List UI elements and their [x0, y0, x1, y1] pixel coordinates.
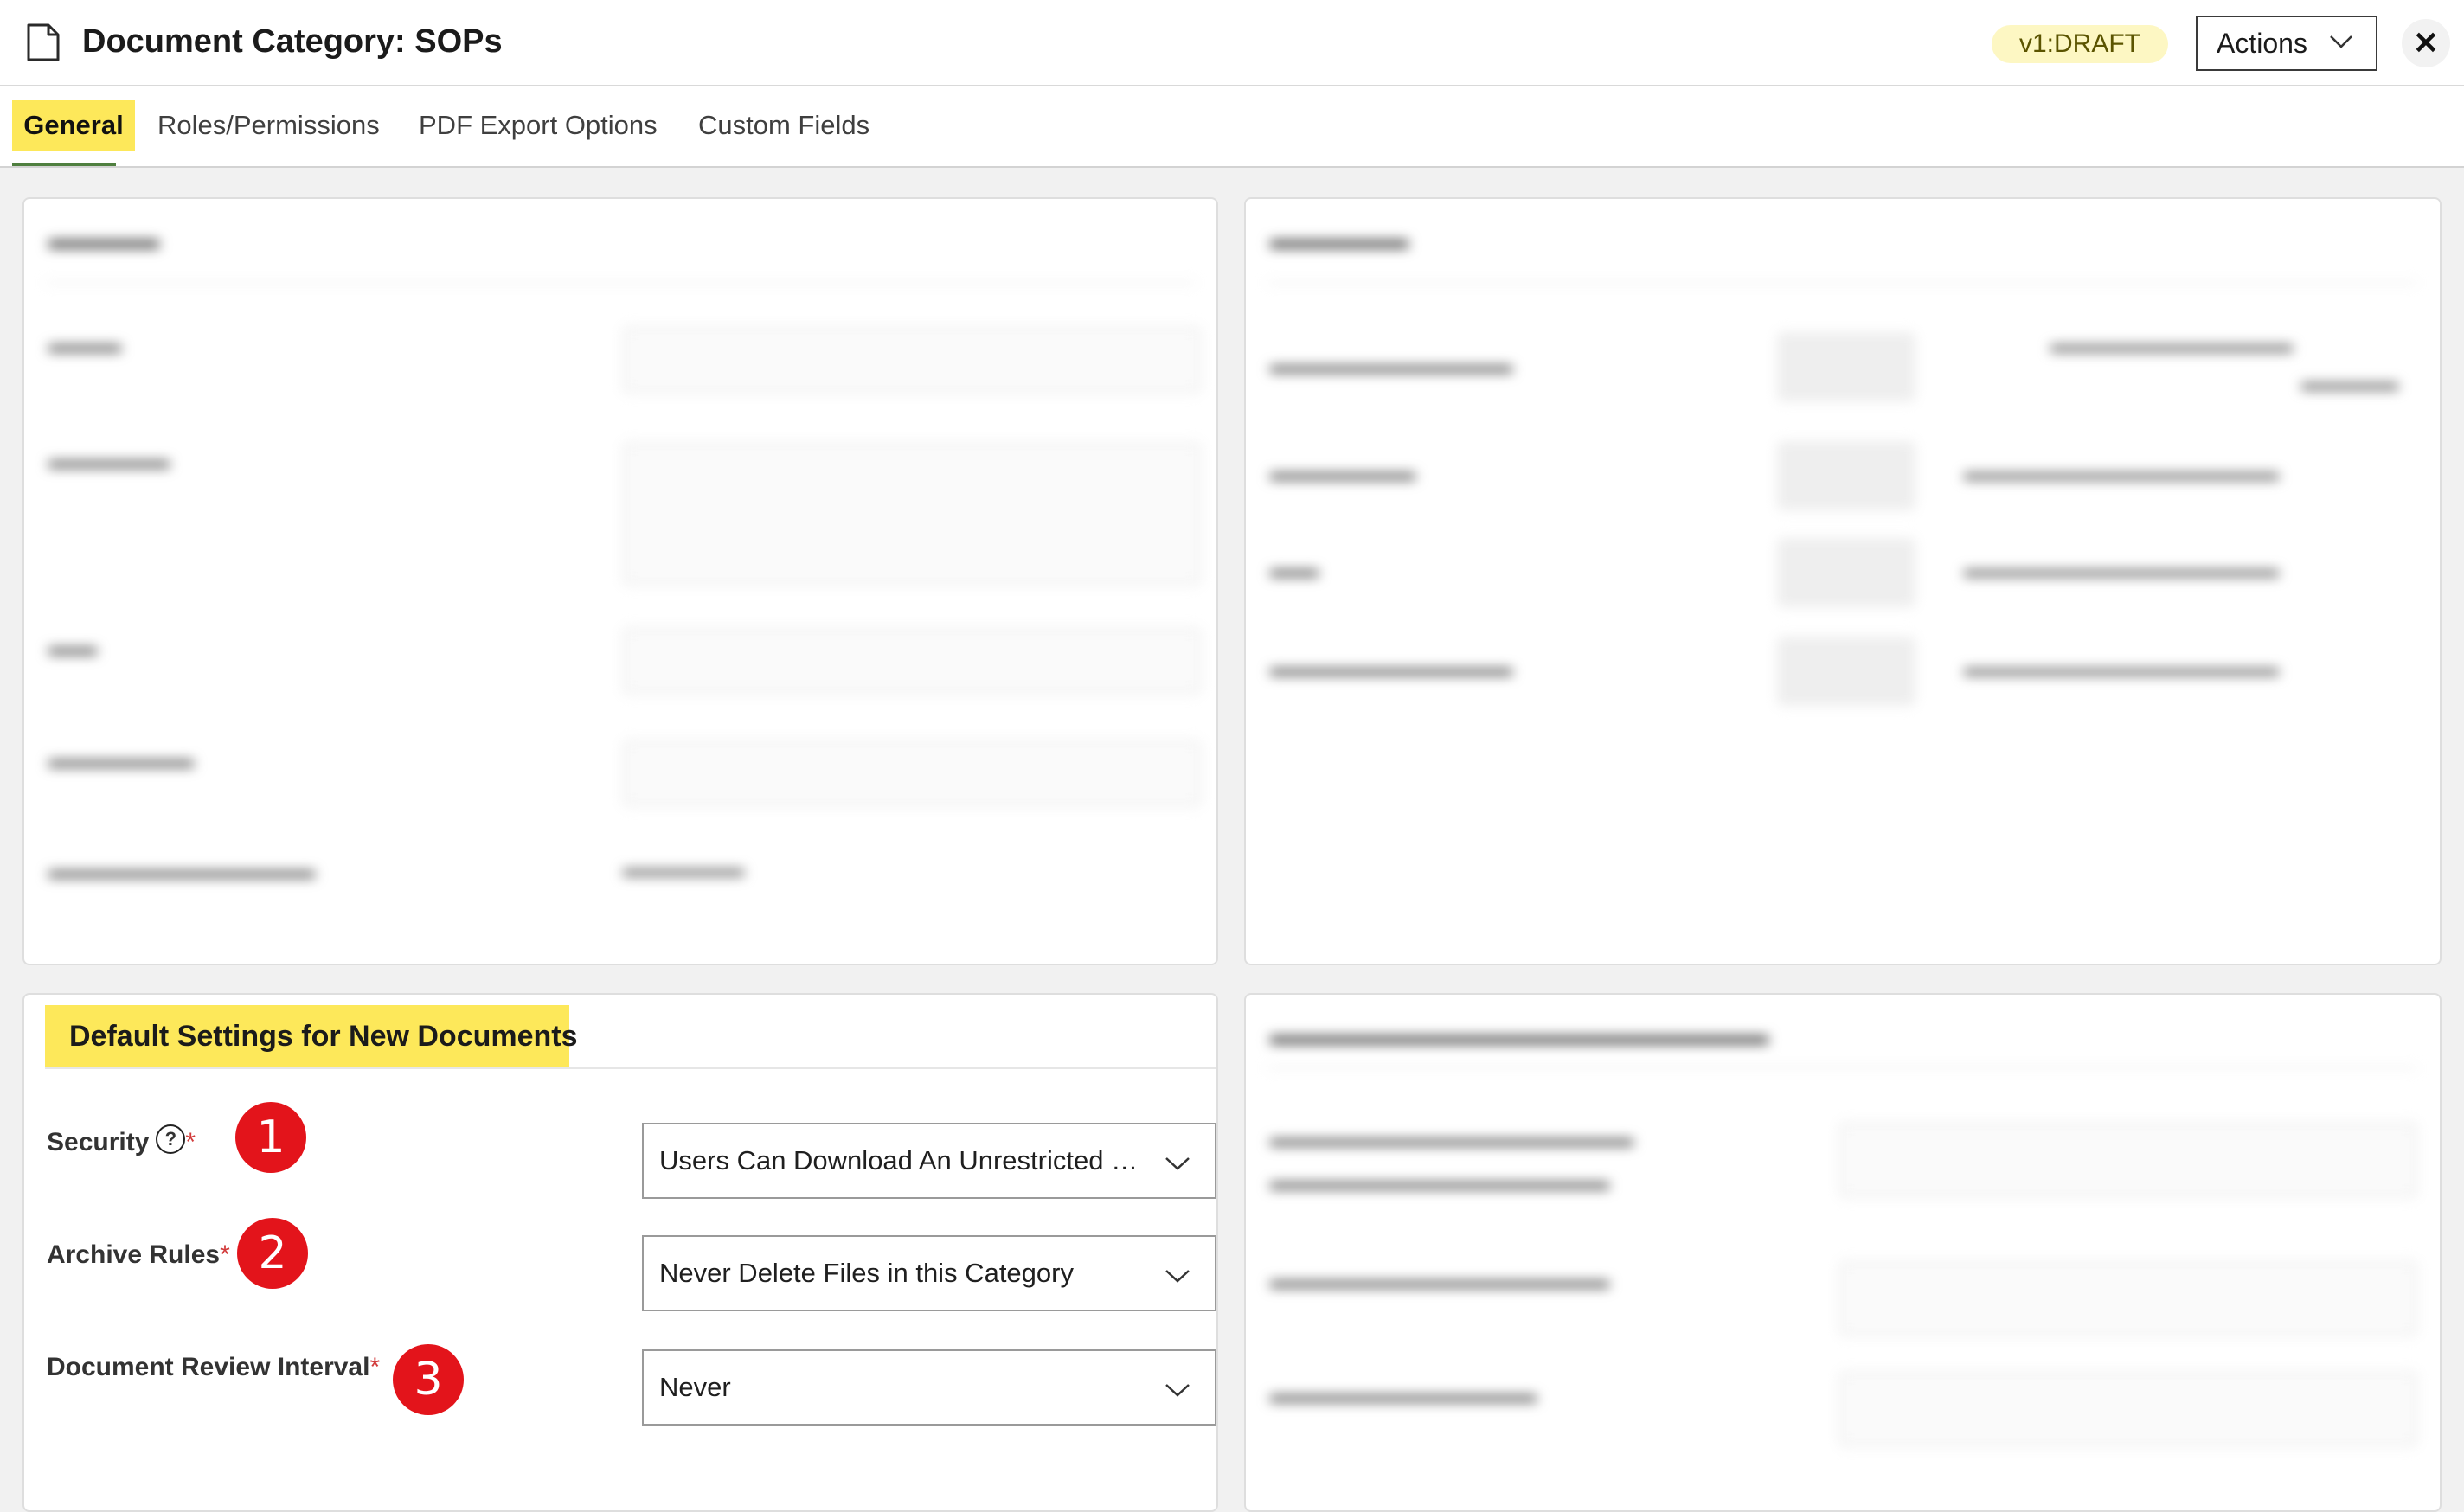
tab-roles-permissions[interactable]: Roles/Permissions — [157, 100, 380, 151]
annotation-marker-2: 2 — [237, 1218, 308, 1289]
tab-pdf-export-options[interactable]: PDF Export Options — [419, 100, 658, 151]
chevron-down-icon — [1165, 1157, 1190, 1170]
chevron-down-icon — [1165, 1384, 1190, 1397]
actions-label: Actions — [2217, 28, 2307, 59]
document-review-interval-label: Document Review Interval* — [47, 1353, 380, 1382]
archive-rules-label-text: Archive Rules — [47, 1240, 221, 1269]
tab-custom-fields[interactable]: Custom Fields — [698, 100, 869, 151]
required-asterisk: * — [185, 1128, 196, 1156]
page-title: Document Category: SOPs — [82, 23, 503, 60]
security-select[interactable]: Users Can Download An Unrestricted P... — [642, 1123, 1216, 1199]
header-bar: Document Category: SOPs v1:DRAFT Actions… — [0, 0, 2464, 86]
default-settings-title: Default Settings for New Documents — [45, 1005, 578, 1067]
document-review-interval-select-value: Never — [659, 1372, 731, 1402]
archive-rules-select[interactable]: Never Delete Files in this Category — [642, 1235, 1216, 1311]
tab-general[interactable]: General — [12, 100, 135, 151]
details-card-blurred: ▬▬▬▬ ▬▬▬ ▬▬▬▬▬ ▬▬ ▬▬▬▬▬▬ ▬▬▬▬▬▬▬▬▬▬▬ ▬▬▬… — [22, 197, 1218, 965]
training-settings-card-blurred: ▬▬▬▬▬▬▬▬▬▬▬▬▬▬▬▬▬▬ ▬▬▬▬▬▬▬▬▬▬▬▬▬▬▬ ▬▬▬▬▬… — [1244, 993, 2442, 1512]
chevron-down-icon — [1165, 1270, 1190, 1283]
archive-rules-label: Archive Rules* — [47, 1240, 230, 1270]
required-asterisk: * — [369, 1353, 381, 1381]
default-settings-card: Default Settings for New Documents Secur… — [22, 993, 1218, 1512]
section-divider — [45, 1067, 1216, 1069]
help-icon[interactable]: ? — [156, 1124, 186, 1154]
required-asterisk: * — [220, 1240, 230, 1269]
security-label: Security? * — [47, 1124, 196, 1157]
annotation-marker-1: 1 — [235, 1102, 306, 1173]
actions-dropdown-button[interactable]: Actions — [2196, 16, 2377, 71]
close-icon[interactable]: ✕ — [2402, 19, 2450, 67]
document-review-interval-label-text: Document Review Interval — [47, 1353, 370, 1381]
version-status-badge: v1:DRAFT — [1992, 25, 2168, 63]
workflows-card-blurred: ▬▬▬▬▬ ▬▬▬▬▬▬▬▬▬▬ ▬▬▬▬▬▬▬▬▬▬ ▬▬▬▬ ▬▬▬▬▬▬ … — [1244, 197, 2442, 965]
document-icon — [27, 23, 60, 61]
security-label-text: Security — [47, 1128, 150, 1156]
security-select-value: Users Can Download An Unrestricted P... — [659, 1145, 1144, 1176]
document-review-interval-select[interactable]: Never — [642, 1349, 1216, 1426]
chevron-down-icon — [2330, 35, 2352, 48]
blurred-content: ▬▬▬▬▬ ▬▬▬▬▬▬▬▬▬▬ ▬▬▬▬▬▬▬▬▬▬ ▬▬▬▬ ▬▬▬▬▬▬ … — [1246, 199, 2440, 964]
annotation-marker-3: 3 — [393, 1344, 464, 1415]
blurred-content: ▬▬▬▬ ▬▬▬ ▬▬▬▬▬ ▬▬ ▬▬▬▬▬▬ ▬▬▬▬▬▬▬▬▬▬▬ ▬▬▬… — [24, 199, 1216, 964]
blurred-content: ▬▬▬▬▬▬▬▬▬▬▬▬▬▬▬▬▬▬ ▬▬▬▬▬▬▬▬▬▬▬▬▬▬▬ ▬▬▬▬▬… — [1246, 995, 2440, 1510]
active-tab-indicator — [12, 163, 116, 166]
tab-bar: General Roles/Permissions PDF Export Opt… — [0, 86, 2464, 168]
archive-rules-select-value: Never Delete Files in this Category — [659, 1258, 1074, 1288]
